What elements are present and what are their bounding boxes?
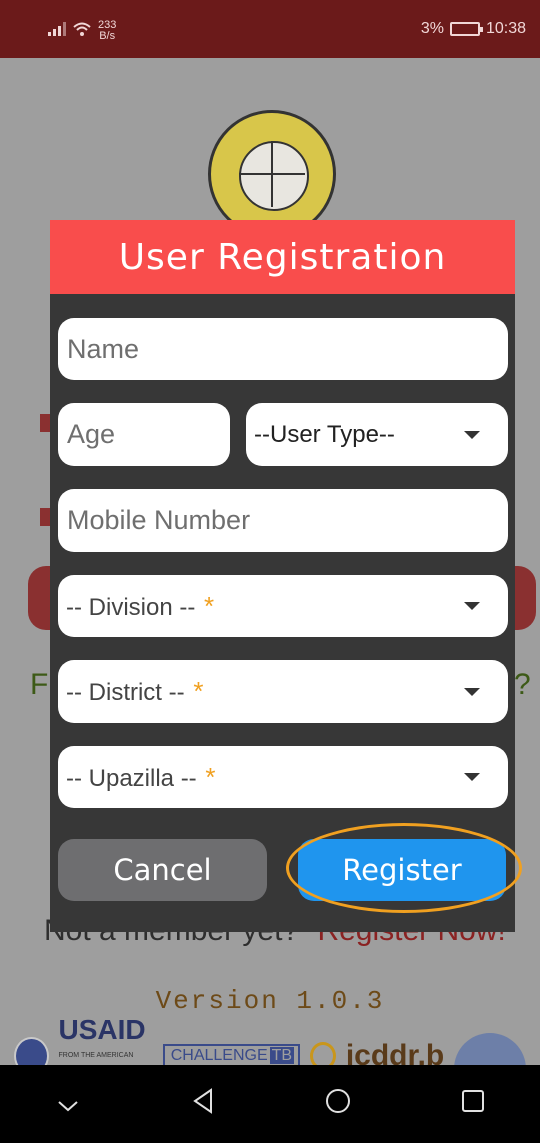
age-input[interactable] xyxy=(58,419,230,450)
bg-forgot-text-edge: ? xyxy=(514,668,531,701)
dropdown-arrow-icon xyxy=(464,430,480,439)
district-text: -- District -- xyxy=(66,679,185,706)
bg-forgot-text-edge: F xyxy=(30,668,49,701)
division-select[interactable]: -- Division -- * xyxy=(58,575,508,637)
clock: 10:38 xyxy=(485,20,526,37)
logo-inner xyxy=(239,141,309,211)
register-highlight-ring xyxy=(286,823,522,913)
upazilla-select[interactable]: -- Upazilla -- * xyxy=(58,746,508,808)
net-speed-unit: B/s xyxy=(99,30,116,42)
usaid-text: USAID xyxy=(58,1014,146,1045)
challenge-tb-text: TB xyxy=(269,1047,295,1064)
required-star: * xyxy=(193,676,204,706)
user-type-label: --User Type-- xyxy=(254,420,395,448)
ntp-logo xyxy=(208,110,336,238)
required-star: * xyxy=(204,590,215,621)
division-label: -- Division -- * xyxy=(58,591,464,622)
bg-icon-marker xyxy=(40,508,50,526)
battery-icon xyxy=(449,22,483,36)
upazilla-text: -- Upazilla -- xyxy=(66,764,197,792)
net-speed: 233 B/s xyxy=(98,20,116,42)
dialog-header: User Registration xyxy=(50,220,515,294)
battery-percent: 3% xyxy=(420,20,444,37)
user-type-select[interactable]: --User Type-- xyxy=(246,403,508,466)
navigation-bar xyxy=(0,1065,540,1143)
name-input[interactable] xyxy=(58,333,508,365)
upazilla-label: -- Upazilla -- * xyxy=(58,762,464,793)
logo-divider-h xyxy=(239,173,305,175)
challenge-text: CHALLENGE xyxy=(170,1047,268,1064)
signal-icon xyxy=(48,21,66,41)
dropdown-arrow-icon xyxy=(464,602,480,610)
bg-login-button-edge xyxy=(514,566,536,630)
wifi-icon xyxy=(72,21,92,42)
bg-icon-marker xyxy=(40,414,50,432)
name-field[interactable] xyxy=(58,318,508,380)
registration-dialog: User Registration --User Type-- -- Divis… xyxy=(50,220,522,932)
mobile-input[interactable] xyxy=(58,505,508,536)
division-text: -- Division -- xyxy=(66,593,196,621)
version-label: Version 1.0.3 xyxy=(155,986,385,1016)
recents-square-icon[interactable] xyxy=(443,1088,503,1121)
mobile-field[interactable] xyxy=(58,489,508,552)
home-circle-icon[interactable] xyxy=(308,1087,368,1122)
dropdown-arrow-icon xyxy=(464,687,480,696)
status-bar: 233 B/s 3% 10:38 xyxy=(0,0,540,58)
back-triangle-icon[interactable] xyxy=(173,1087,233,1122)
chevron-down-icon[interactable] xyxy=(38,1088,98,1120)
required-star: * xyxy=(205,761,216,792)
dialog-title: User Registration xyxy=(118,236,447,278)
district-label: -- District -- * xyxy=(58,676,464,707)
age-field[interactable] xyxy=(58,403,230,466)
status-right: 3% 10:38 xyxy=(421,20,526,38)
dropdown-arrow-icon xyxy=(464,773,480,781)
status-left: 233 B/s xyxy=(48,20,116,42)
district-select[interactable]: -- District -- * xyxy=(58,660,508,723)
cancel-button[interactable]: Cancel xyxy=(58,839,267,901)
